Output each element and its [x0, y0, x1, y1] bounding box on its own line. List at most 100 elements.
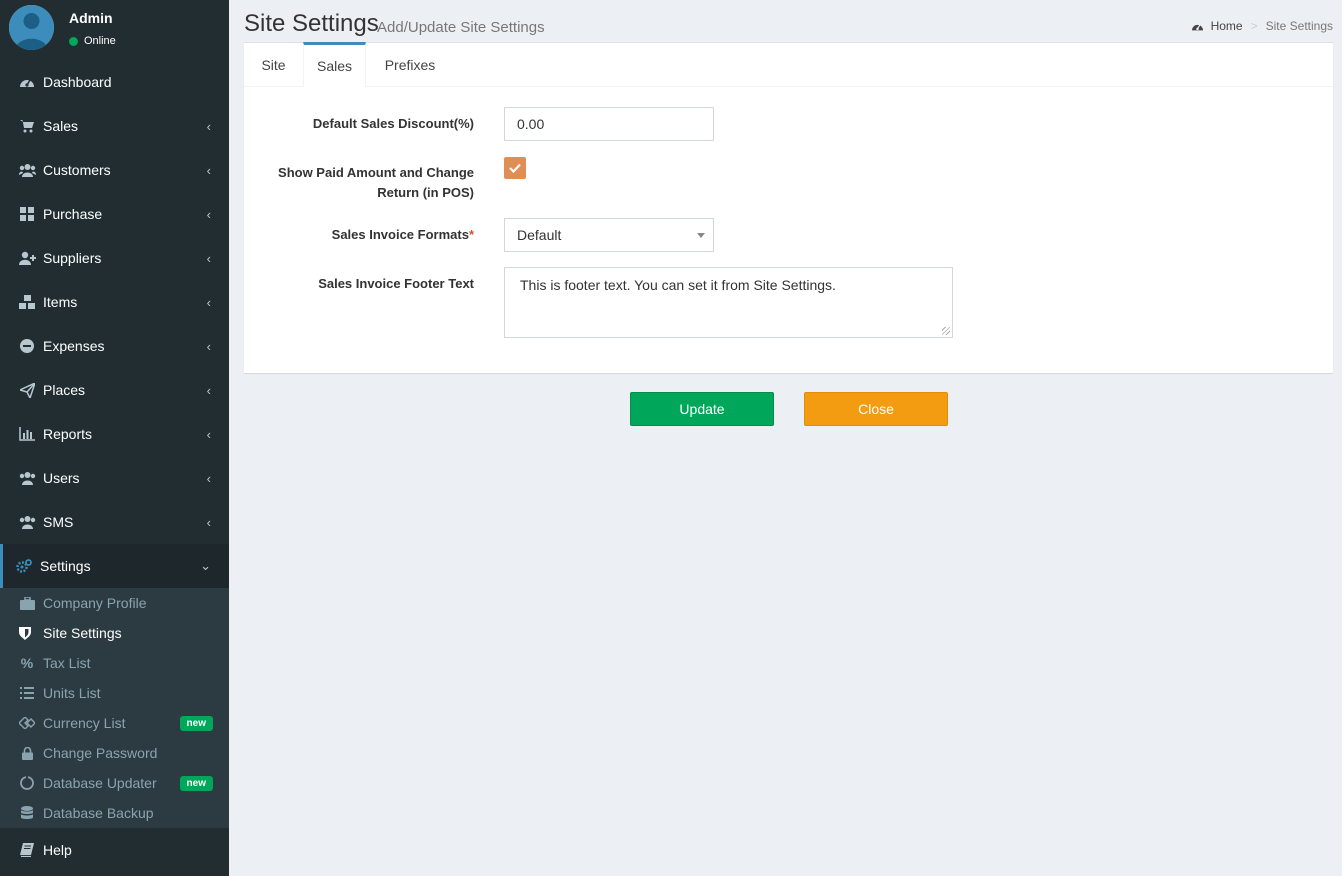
sidebar-item-label: SMS: [43, 514, 74, 530]
percent-icon: %: [20, 655, 34, 671]
submenu-item-label: Database Backup: [43, 805, 154, 821]
breadcrumb-home-link[interactable]: Home: [1211, 19, 1243, 33]
users-icon: [18, 161, 36, 179]
circle-notch-icon: [19, 775, 35, 791]
submenu-item-currency-list[interactable]: Currency List new: [0, 708, 229, 738]
users-icon: [18, 469, 36, 487]
paper-plane-icon: [18, 381, 36, 399]
show-paid-label-line2: Return (in POS): [377, 185, 474, 200]
chevron-left-icon: ‹: [206, 162, 211, 178]
chevron-left-icon: ‹: [206, 470, 211, 486]
chevron-left-icon: ‹: [206, 426, 211, 442]
users-icon: [18, 513, 36, 531]
submenu-item-change-password[interactable]: Change Password: [0, 738, 229, 768]
sidebar-item-settings[interactable]: Settings ⌄: [0, 544, 229, 588]
book-icon: [18, 841, 36, 859]
sidebar-item-label: Suppliers: [43, 250, 102, 266]
chevron-left-icon: ‹: [206, 338, 211, 354]
submenu-item-label: Units List: [43, 685, 101, 701]
chevron-left-icon: ‹: [206, 382, 211, 398]
sidebar-item-reports[interactable]: Reports ‹: [0, 412, 229, 456]
tab-prefixes[interactable]: Prefixes: [366, 43, 454, 87]
sidebar-item-items[interactable]: Items ‹: [0, 280, 229, 324]
sidebar-item-label: Settings: [40, 558, 91, 574]
sidebar-item-label: Sales: [43, 118, 79, 134]
settings-panel: Site Sales Prefixes Default Sales Discou…: [244, 42, 1333, 373]
user-name: Admin: [69, 10, 113, 26]
cubes-icon: [18, 293, 36, 311]
cart-icon: [18, 117, 36, 135]
tab-site[interactable]: Site: [244, 43, 303, 87]
submenu-item-units-list[interactable]: Units List: [0, 678, 229, 708]
tab-sales[interactable]: Sales: [303, 42, 366, 87]
submenu-item-database-updater[interactable]: Database Updater new: [0, 768, 229, 798]
sidebar-item-label: Places: [43, 382, 86, 398]
sidebar-item-customers[interactable]: Customers ‹: [0, 148, 229, 192]
show-paid-label-line1: Show Paid Amount and Change: [278, 165, 474, 180]
breadcrumb: Home > Site Settings: [1191, 19, 1333, 33]
discount-label: Default Sales Discount(%): [312, 116, 474, 131]
chevron-left-icon: ‹: [206, 250, 211, 266]
list-icon: [19, 685, 35, 701]
gem-icon: [19, 715, 35, 731]
user-panel: Admin Online: [0, 0, 229, 60]
caret-down-icon: [697, 233, 705, 238]
sidebar-item-users[interactable]: Users ‹: [0, 456, 229, 500]
user-status-label: Online: [84, 35, 116, 47]
sidebar-item-label: Expenses: [43, 338, 105, 354]
sidebar-item-label: Users: [43, 470, 80, 486]
user-status: Online: [69, 35, 116, 47]
close-button[interactable]: Close: [804, 392, 948, 426]
sidebar-item-purchase[interactable]: Purchase ‹: [0, 192, 229, 236]
invoice-format-label-text: Sales Invoice Formats: [331, 227, 469, 242]
chevron-left-icon: ‹: [206, 118, 211, 134]
suitcase-icon: [19, 595, 35, 611]
dashboard-icon: [1191, 21, 1204, 32]
sidebar-item-sms[interactable]: SMS ‹: [0, 500, 229, 544]
submenu-item-site-settings[interactable]: Site Settings: [0, 618, 229, 648]
new-badge: new: [179, 775, 213, 791]
bar-chart-icon: [18, 425, 36, 443]
sidebar-item-suppliers[interactable]: Suppliers ‹: [0, 236, 229, 280]
sidebar-item-help[interactable]: Help: [0, 828, 229, 872]
avatar: [9, 5, 54, 50]
submenu-item-label: Currency List: [43, 715, 126, 731]
discount-input[interactable]: 0.00: [504, 107, 714, 141]
sidebar-item-places[interactable]: Places ‹: [0, 368, 229, 412]
invoice-format-select[interactable]: Default: [504, 218, 714, 252]
required-asterisk: *: [468, 227, 474, 242]
invoice-format-label: Sales Invoice Formats*: [332, 225, 474, 245]
submenu-item-database-backup[interactable]: Database Backup: [0, 798, 229, 828]
resize-grip-icon[interactable]: [942, 327, 950, 335]
chevron-left-icon: ‹: [206, 514, 211, 530]
invoice-format-value: Default: [517, 227, 562, 243]
submenu-item-label: Change Password: [43, 745, 158, 761]
update-button[interactable]: Update: [630, 392, 774, 426]
footer-text-area[interactable]: This is footer text. You can set it from…: [504, 267, 953, 338]
sidebar-item-expenses[interactable]: Expenses ‹: [0, 324, 229, 368]
submenu-item-label: Database Updater: [43, 775, 157, 791]
page-subtitle: Add/Update Site Settings: [377, 19, 545, 36]
settings-tabs: Site Sales Prefixes: [244, 42, 1333, 87]
settings-submenu: Company Profile Site Settings % Tax List…: [0, 588, 229, 828]
online-dot-icon: [69, 36, 78, 46]
submenu-item-label: Company Profile: [43, 595, 147, 611]
sidebar-item-sales[interactable]: Sales ‹: [0, 104, 229, 148]
sidebar: Admin Online Dashboard Sales ‹ Customers…: [0, 0, 229, 876]
submenu-item-label: Site Settings: [43, 625, 122, 641]
chevron-left-icon: ‹: [206, 206, 211, 222]
chevron-left-icon: ‹: [206, 294, 211, 310]
show-paid-checkbox[interactable]: [504, 157, 526, 179]
new-badge: new: [179, 715, 213, 731]
user-plus-icon: [18, 249, 36, 267]
chevron-down-icon: ⌄: [200, 558, 211, 573]
sidebar-item-label: Purchase: [43, 206, 103, 222]
submenu-item-tax-list[interactable]: % Tax List: [0, 648, 229, 678]
minus-circle-icon: [18, 337, 36, 355]
shield-icon: [17, 625, 33, 641]
grid-icon: [18, 205, 36, 223]
sidebar-item-label: Customers: [43, 162, 111, 178]
submenu-item-company-profile[interactable]: Company Profile: [0, 588, 229, 618]
footer-text-label: Sales Invoice Footer Text: [318, 276, 474, 291]
sidebar-item-dashboard[interactable]: Dashboard: [0, 60, 229, 104]
